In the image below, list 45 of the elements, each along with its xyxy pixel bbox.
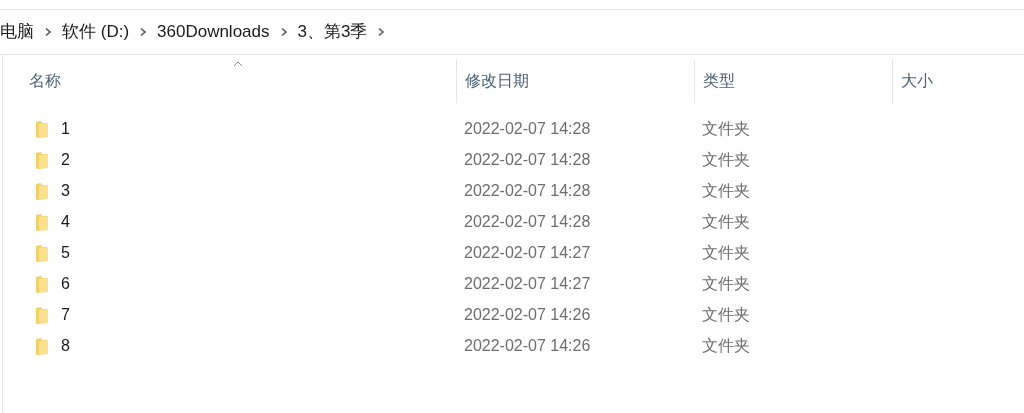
file-name[interactable]: 2 xyxy=(61,147,70,172)
modified-date: 2022-02-07 14:28 xyxy=(464,212,591,230)
breadcrumb-item[interactable]: 3、第3季 xyxy=(297,19,368,45)
modified-date: 2022-02-07 14:28 xyxy=(464,150,591,168)
file-name[interactable]: 1 xyxy=(61,116,70,141)
modified-date: 2022-02-07 14:28 xyxy=(464,119,591,137)
folder-icon xyxy=(35,336,49,355)
file-type: 文件夹 xyxy=(702,274,750,292)
chevron-icon[interactable] xyxy=(139,27,148,37)
modified-date: 2022-02-07 14:27 xyxy=(464,243,591,261)
file-name[interactable]: 8 xyxy=(61,333,70,358)
folder-icon xyxy=(35,119,49,138)
chevron-icon[interactable] xyxy=(44,27,52,37)
modified-date: 2022-02-07 14:27 xyxy=(464,274,591,292)
column-header[interactable]: 修改日期 xyxy=(456,59,694,103)
modified-date: 2022-02-07 14:28 xyxy=(464,181,591,199)
modified-date: 2022-02-07 14:26 xyxy=(464,336,591,354)
breadcrumb-item[interactable]: 电脑 xyxy=(0,19,34,45)
file-name[interactable]: 6 xyxy=(61,271,70,296)
file-type: 文件夹 xyxy=(702,150,750,168)
file-type: 文件夹 xyxy=(702,119,750,137)
file-name[interactable]: 7 xyxy=(61,302,70,327)
file-type: 文件夹 xyxy=(702,336,750,354)
modified-date: 2022-02-07 14:26 xyxy=(464,305,591,323)
folder-icon xyxy=(35,212,49,231)
file-name[interactable]: 5 xyxy=(61,240,70,265)
folder-icon xyxy=(35,243,49,262)
file-type: 文件夹 xyxy=(702,305,750,323)
sort-ascending-icon xyxy=(233,61,243,67)
column-header[interactable]: 类型 xyxy=(694,59,892,103)
breadcrumb-item[interactable]: 360Downloads xyxy=(157,19,270,45)
chevron-icon[interactable] xyxy=(377,27,386,37)
file-name[interactable]: 4 xyxy=(61,209,70,234)
file-type: 文件夹 xyxy=(702,212,750,230)
file-type: 文件夹 xyxy=(702,181,750,199)
folder-icon xyxy=(35,181,49,200)
folder-icon xyxy=(35,305,49,324)
chevron-icon[interactable] xyxy=(279,27,288,37)
folder-icon xyxy=(35,274,49,293)
folder-icon xyxy=(35,150,49,169)
column-header[interactable]: 名称 xyxy=(3,59,456,103)
file-name[interactable]: 3 xyxy=(61,178,70,203)
breadcrumb-item[interactable]: 软件 (D:) xyxy=(62,19,130,45)
file-type: 文件夹 xyxy=(702,243,750,261)
column-header[interactable]: 大小 xyxy=(892,59,1024,103)
